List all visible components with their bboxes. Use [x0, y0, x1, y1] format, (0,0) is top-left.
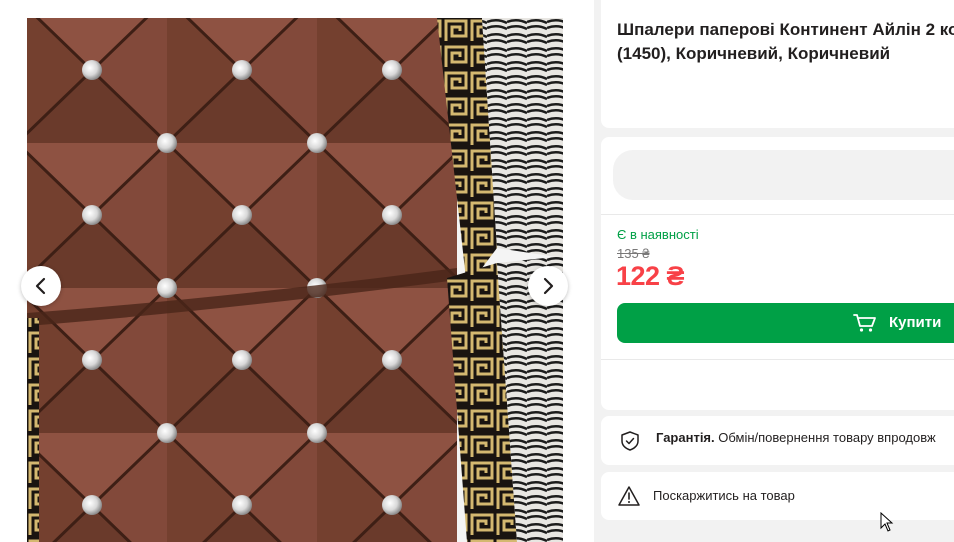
divider — [601, 359, 954, 360]
current-price: 122 ₴ — [616, 261, 685, 291]
gallery-prev-button[interactable] — [21, 266, 61, 306]
product-title-line2: (1450), Коричневий, Коричневий — [617, 44, 891, 63]
warranty-text: Гарантія. Обмін/повернення товару впродо… — [656, 430, 936, 445]
product-title: Шпалери паперові Континент Айлін 2 ко (1… — [617, 18, 954, 66]
product-sidebar: Шпалери паперові Континент Айлін 2 ко (1… — [594, 0, 954, 542]
buy-button[interactable]: Купити — [617, 303, 954, 343]
product-photo[interactable] — [27, 18, 563, 542]
gallery-next-button[interactable] — [528, 266, 568, 306]
warranty-label: Гарантія. — [656, 430, 715, 445]
availability-status: Є в наявності — [617, 227, 699, 242]
chevron-right-icon — [543, 277, 554, 295]
product-gallery — [0, 0, 594, 542]
warning-icon — [618, 486, 640, 506]
old-price: 135 ₴ — [617, 246, 650, 261]
mouse-cursor-icon — [880, 512, 894, 532]
complain-label: Поскаржитись на товар — [653, 488, 795, 503]
title-card: Шпалери паперові Континент Айлін 2 ко (1… — [601, 0, 954, 128]
warranty-description: Обмін/повернення товару впродовж — [714, 430, 936, 445]
divider — [601, 214, 954, 215]
chevron-left-icon — [35, 277, 46, 295]
product-title-line1: Шпалери паперові Континент Айлін 2 ко — [617, 20, 954, 39]
complain-link[interactable]: Поскаржитись на товар — [601, 472, 954, 520]
buy-button-label: Купити — [889, 314, 942, 331]
shield-check-icon — [621, 431, 639, 451]
warranty-card: Гарантія. Обмін/повернення товару впродо… — [601, 416, 954, 465]
cart-icon — [853, 314, 876, 332]
option-selector[interactable] — [613, 150, 954, 200]
price-card: Є в наявності 135 ₴ 122 ₴ Купити — [601, 137, 954, 410]
